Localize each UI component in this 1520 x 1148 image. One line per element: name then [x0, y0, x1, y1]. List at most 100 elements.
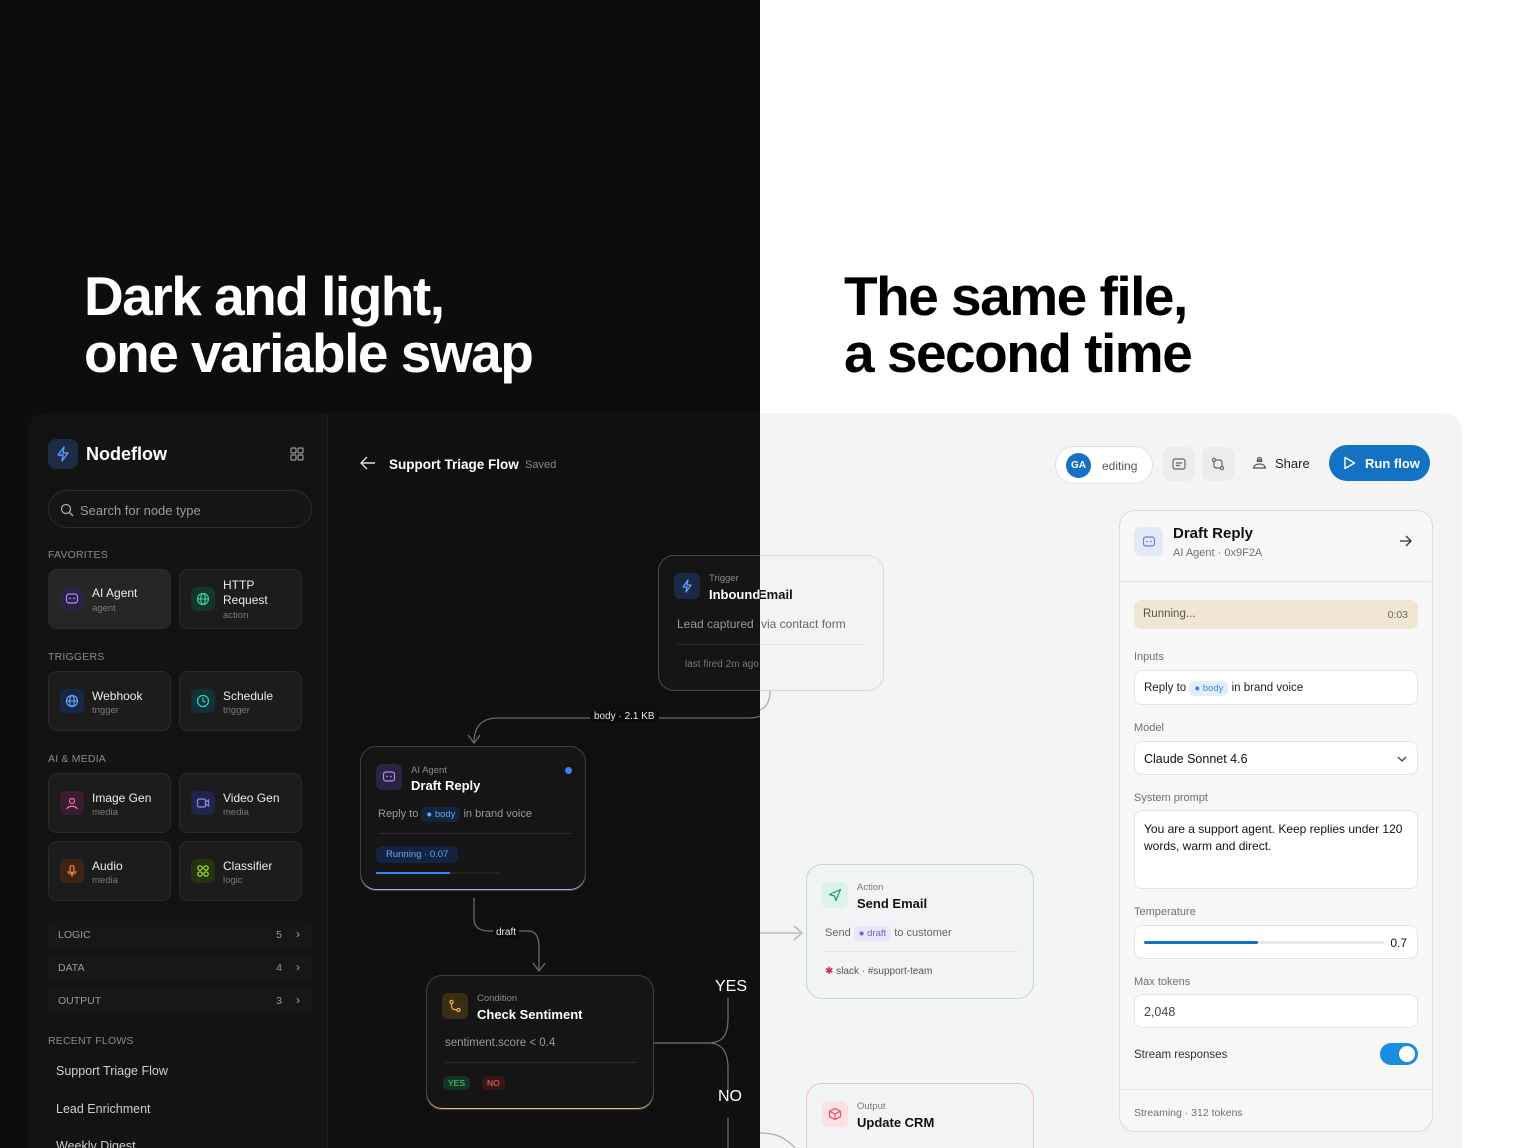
box-icon	[822, 1101, 848, 1127]
active-dot	[565, 767, 572, 774]
run-status-bar: Running... 0:03	[1134, 600, 1418, 629]
slack-channel: ✱ slack · #support-team	[825, 966, 932, 977]
variable-chip: ● body	[421, 807, 461, 822]
inputs-field[interactable]: Reply to ● body in brand voice	[1134, 670, 1418, 705]
variable-chip: ● draft	[853, 926, 892, 941]
branch-icon	[442, 993, 468, 1019]
arrow-right-icon[interactable]	[1399, 534, 1412, 552]
node-ai-agent[interactable]: AI Agent Draft Reply Reply to ● body in …	[360, 746, 586, 891]
run-status-badge: Running · 0.07	[376, 846, 459, 863]
panel-divider	[1120, 1089, 1431, 1090]
prompt-label: System prompt	[1134, 792, 1208, 804]
model-label: Model	[1134, 722, 1164, 734]
channel-label: slack · #support-team	[836, 966, 933, 977]
headline-line-1: Dark and light,	[84, 265, 445, 327]
node-kind: Trigger	[709, 573, 739, 584]
node-title: Check Sentiment	[477, 1007, 583, 1022]
node-divider	[378, 833, 572, 834]
temperature-value: 0.7	[1390, 936, 1407, 950]
model-value: Claude Sonnet 4.6	[1144, 752, 1248, 766]
max-tokens-field[interactable]: 2,048	[1134, 994, 1418, 1028]
inputs-value: Reply to ● body in brand voice	[1144, 681, 1303, 696]
node-kind: Condition	[477, 993, 518, 1004]
yes-badge: YES	[443, 1076, 471, 1090]
desc-text: Reply to	[378, 808, 419, 820]
node-divider	[677, 644, 760, 645]
node-description: Lead captured	[677, 617, 754, 631]
chip-label: body	[434, 809, 456, 820]
node-footer: last fired 2m ago	[685, 659, 759, 670]
input-text: Reply to	[1144, 682, 1187, 694]
progress-fill	[376, 872, 451, 874]
node-send-email[interactable]: Action Send Email Send ● draft to custom…	[806, 864, 1034, 999]
max-tokens-value: 2,048	[1144, 1005, 1176, 1019]
dark-app-window: Nodeflow Search for node type FAVORITES …	[28, 413, 760, 1148]
system-prompt-field[interactable]: You are a support agent. Keep replies un…	[1134, 810, 1418, 889]
edge-to-output	[760, 1132, 796, 1148]
node-title: Draft Reply	[411, 778, 481, 793]
lightning-icon	[674, 573, 700, 599]
branch-label-yes: YES	[715, 978, 748, 995]
stream-toggle[interactable]	[1380, 1043, 1418, 1065]
agent-icon	[376, 764, 402, 790]
prompt-value: You are a support agent. Keep replies un…	[1144, 822, 1403, 853]
branch-label-no: NO	[718, 1088, 742, 1105]
node-update-crm[interactable]: Output Update CRM	[806, 1083, 1034, 1148]
node-kind: Action	[857, 882, 884, 893]
edge-label-body: body · 2.1 KB	[590, 711, 659, 722]
slack-icon: ✱	[825, 966, 834, 977]
headline-line-2: a second time	[844, 322, 1193, 384]
progress-track	[376, 872, 500, 874]
node-trigger[interactable]: Trigger Inbound Lead captured last fired…	[658, 555, 760, 691]
desc-text: in brand voice	[463, 808, 532, 820]
chip-label: draft	[867, 928, 887, 939]
edge-to-action	[760, 932, 800, 934]
inputs-label: Inputs	[1134, 651, 1164, 663]
send-icon	[822, 882, 848, 908]
slider-track	[1144, 941, 1384, 944]
chevron-down-icon	[1397, 756, 1407, 762]
node-title: Inbound	[709, 587, 760, 602]
light-app-window: GA editing Share Run flow Email via cont…	[760, 413, 1462, 1148]
no-badge: NO	[482, 1076, 505, 1090]
node-condition[interactable]: Condition Check Sentiment sentiment.scor…	[426, 975, 654, 1110]
edge-yes	[653, 998, 729, 1044]
inspector-panel: Draft Reply AI Agent · 0x9F2A Running...…	[1119, 510, 1433, 1132]
headline-dark: Dark and light, one variable swap	[84, 265, 534, 384]
node-title: Update CRM	[857, 1115, 935, 1130]
stream-label: Stream responses	[1134, 1049, 1228, 1061]
panel-divider	[1120, 581, 1431, 582]
chip-label: body	[1202, 683, 1224, 694]
slider-fill	[1144, 941, 1258, 944]
agent-icon	[1134, 527, 1163, 556]
headline-line-1: The same file,	[844, 265, 1188, 327]
headline-light: The same file, a second time	[844, 265, 1193, 384]
node-title: Email	[760, 587, 793, 602]
temperature-slider[interactable]: 0.7	[1134, 925, 1418, 959]
light-theme-side: The same file, a second time GA editing …	[760, 0, 1520, 1148]
node-trigger-light[interactable]: Email via contact form	[760, 555, 884, 691]
variable-chip: ● body	[1189, 681, 1229, 696]
model-select[interactable]: Claude Sonnet 4.6	[1134, 741, 1418, 775]
desc-text: Send	[825, 927, 851, 939]
temperature-label: Temperature	[1134, 906, 1196, 918]
stream-footer: Streaming · 312 tokens	[1134, 1107, 1243, 1119]
panel-title: Draft Reply	[1173, 525, 1254, 542]
node-divider	[445, 1062, 637, 1063]
max-tokens-label: Max tokens	[1134, 976, 1191, 988]
node-title: Send Email	[857, 896, 928, 911]
node-description: Reply to ● body in brand voice	[378, 807, 532, 822]
edge-trigger-continuation	[760, 690, 771, 711]
panel-subtitle: AI Agent · 0x9F2A	[1173, 547, 1263, 559]
run-status: Running...	[1143, 608, 1196, 620]
condition-expression: sentiment.score < 0.4	[445, 1037, 556, 1049]
node-divider	[825, 951, 1017, 952]
toggle-knob	[1399, 1046, 1415, 1062]
headline-line-2: one variable swap	[84, 322, 534, 384]
dark-theme-side: Dark and light, one variable swap Nodefl…	[0, 0, 760, 1148]
run-time: 0:03	[1387, 609, 1408, 621]
node-kind: Output	[857, 1101, 886, 1112]
desc-text: to customer	[894, 927, 952, 939]
input-text: in brand voice	[1231, 682, 1304, 694]
node-description: Send ● draft to customer	[825, 926, 952, 941]
